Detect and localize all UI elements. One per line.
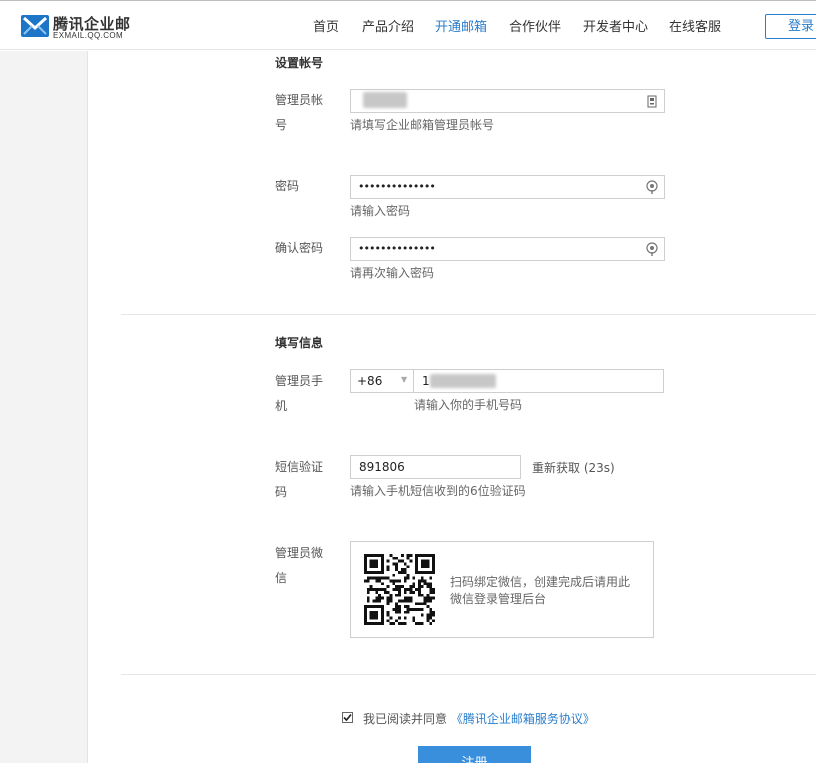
confirm-password-hint: 请再次输入密码 [350, 266, 435, 280]
logo-mail-icon [21, 15, 49, 37]
agreement-text: 我已阅读并同意 《腾讯企业邮箱服务协议》 [363, 710, 595, 727]
key-icon[interactable] [646, 180, 658, 194]
sms-code-label: 短信验证码 [275, 460, 324, 499]
sms-code-hint: 请输入手机短信收到的6位验证码 [350, 484, 526, 498]
wechat-qr-instructions: 扫码绑定微信，创建完成后请用此微信登录管理后台 [450, 575, 631, 606]
redacted-phone-value [430, 374, 496, 388]
admin-phone-label: 管理员手机 [275, 374, 324, 413]
password-value: •••••••••••••• [358, 180, 436, 193]
logo[interactable]: 腾讯企业邮 EXMAIL.QQ.COM [21, 13, 133, 43]
admin-account-label: 管理员帐号 [275, 93, 324, 132]
phone-input[interactable]: 1 [413, 369, 664, 393]
nav-products[interactable]: 产品介绍 [362, 16, 414, 35]
redacted-account-value [363, 92, 407, 108]
chevron-down-icon: ▼ [401, 375, 408, 384]
check-icon [343, 713, 352, 722]
country-code-select[interactable]: +86 ▼ [350, 369, 414, 393]
phone-hint: 请输入你的手机号码 [414, 398, 523, 412]
left-gray-panel [0, 51, 88, 763]
register-button[interactable]: 注册 [418, 746, 531, 763]
admin-account-hint: 请填写企业邮箱管理员帐号 [350, 118, 495, 132]
admin-account-input[interactable] [350, 89, 665, 113]
nav-partners[interactable]: 合作伙伴 [509, 16, 561, 35]
nav-online-service[interactable]: 在线客服 [669, 16, 721, 35]
service-agreement-link[interactable]: 《腾讯企业邮箱服务协议》 [451, 712, 595, 726]
confirm-password-input[interactable]: •••••••••••••• [350, 237, 665, 261]
section-divider [121, 674, 816, 675]
confirm-password-value: •••••••••••••• [358, 242, 436, 255]
sms-code-input[interactable]: 891806 [350, 455, 521, 479]
nav-developer-center[interactable]: 开发者中心 [583, 16, 648, 35]
resend-countdown[interactable]: 重新获取 (23s) [532, 459, 615, 476]
agreement-label: 我已阅读并同意 [363, 712, 448, 726]
logo-subtitle: EXMAIL.QQ.COM [53, 31, 124, 40]
nav-open-mailbox[interactable]: 开通邮箱 [435, 16, 487, 35]
password-hint: 请输入密码 [350, 204, 411, 218]
password-input[interactable]: •••••••••••••• [350, 175, 665, 199]
confirm-password-label: 确认密码 [275, 241, 324, 255]
qr-code-icon[interactable] [364, 554, 435, 625]
contact-card-icon[interactable] [647, 95, 657, 108]
top-header: 腾讯企业邮 EXMAIL.QQ.COM 首页 产品介绍 开通邮箱 合作伙伴 开发… [0, 0, 816, 50]
country-code-value: +86 [357, 374, 383, 388]
nav-home[interactable]: 首页 [313, 16, 339, 35]
section-title-account: 设置帐号 [275, 56, 324, 70]
phone-prefix: 1 [422, 374, 430, 388]
admin-wechat-label: 管理员微信 [275, 546, 324, 585]
wechat-qr-panel: 扫码绑定微信，创建完成后请用此微信登录管理后台 [350, 541, 654, 638]
key-icon[interactable] [646, 242, 658, 256]
login-button[interactable]: 登录 [765, 14, 816, 39]
section-title-info: 填写信息 [275, 336, 324, 350]
agreement-checkbox[interactable] [342, 712, 353, 723]
section-divider [121, 314, 816, 315]
sms-code-value: 891806 [359, 460, 405, 474]
password-label: 密码 [275, 179, 300, 193]
